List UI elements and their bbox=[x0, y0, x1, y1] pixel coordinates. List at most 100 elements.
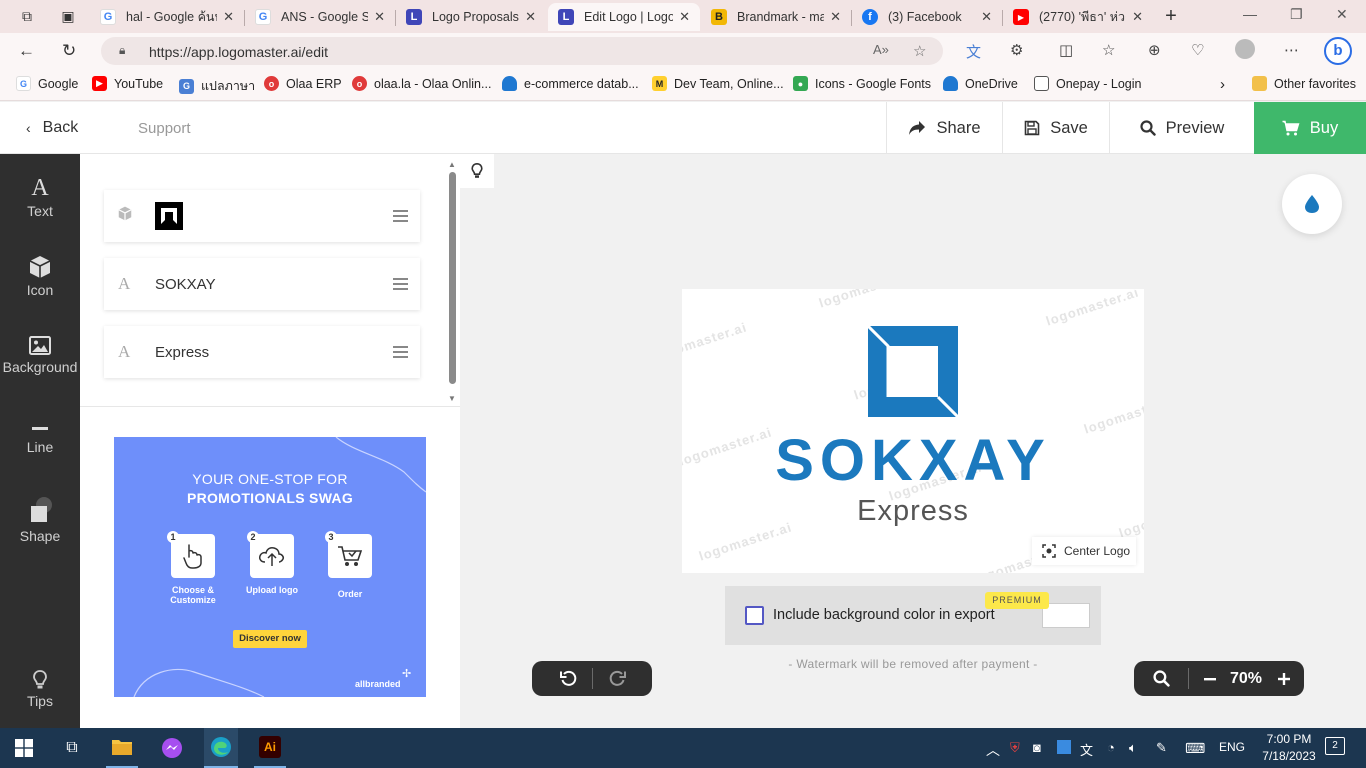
discover-now-button[interactable]: Discover now bbox=[233, 630, 307, 648]
collections-icon[interactable]: ⊕ bbox=[1148, 41, 1161, 59]
close-tab-icon[interactable]: ✕ bbox=[374, 9, 385, 25]
bookmark-dev-team[interactable]: M Dev Team, Online... bbox=[652, 76, 784, 91]
tab-6[interactable]: ▶ (2770) 'พีธา' ห่วง ✕ bbox=[1003, 3, 1153, 31]
drag-handle-icon[interactable] bbox=[393, 277, 408, 295]
performance-icon[interactable]: ♡ bbox=[1191, 41, 1204, 59]
zoom-out-button[interactable] bbox=[1196, 661, 1224, 696]
close-tab-icon[interactable]: ✕ bbox=[1132, 9, 1143, 25]
scroll-up-icon[interactable]: ▲ bbox=[448, 160, 456, 169]
back-button[interactable]: ‹ Back bbox=[26, 119, 78, 137]
split-screen-icon[interactable]: ◫ bbox=[1059, 41, 1073, 59]
redo-button[interactable] bbox=[593, 661, 641, 696]
tab-1[interactable]: G ANS - Google Se ✕ bbox=[245, 3, 395, 31]
logo-title-text[interactable]: SOKXAY bbox=[682, 429, 1144, 493]
other-favorites[interactable]: Other favorites bbox=[1252, 76, 1356, 91]
include-bg-label[interactable]: Include background color in export bbox=[773, 607, 995, 623]
drag-handle-icon[interactable] bbox=[393, 345, 408, 363]
bookmark-google[interactable]: G Google bbox=[16, 76, 78, 91]
refresh-icon[interactable]: ↻ bbox=[62, 41, 76, 61]
edge-browser-icon[interactable] bbox=[204, 728, 238, 768]
tab-4[interactable]: B Brandmark - ma ✕ bbox=[701, 3, 851, 31]
show-hidden-icons-icon[interactable]: ︿ bbox=[986, 740, 1000, 760]
save-button[interactable]: Save bbox=[1002, 102, 1109, 154]
address-bar[interactable]: 🔒︎ https://app.logomaster.ai/edit A» ☆ bbox=[101, 37, 943, 65]
wifi-icon[interactable]: ◔ bbox=[1107, 740, 1115, 755]
bookmark-translate[interactable]: G แปลภาษา bbox=[179, 76, 255, 96]
volume-icon[interactable]: 🔈︎ bbox=[1129, 740, 1137, 756]
zoom-in-button[interactable] bbox=[1270, 661, 1298, 696]
close-tab-icon[interactable]: ✕ bbox=[981, 9, 992, 25]
layer-item-express[interactable]: A Express bbox=[104, 326, 420, 378]
center-logo-button[interactable]: Center Logo bbox=[1032, 537, 1136, 565]
bookmark-onepay[interactable]: Onepay - Login bbox=[1034, 76, 1141, 91]
restore-icon[interactable]: ❐ bbox=[1290, 6, 1303, 23]
language-indicator[interactable]: ENG bbox=[1219, 740, 1245, 754]
input-method-icon[interactable]: 文 bbox=[1080, 740, 1093, 759]
illustrator-icon[interactable]: Ai bbox=[254, 728, 286, 768]
webcam-icon[interactable]: ◙ bbox=[1033, 740, 1041, 755]
promo-banner[interactable]: YOUR ONE-STOP FOR PROMOTIONALS SWAG 1 Ch… bbox=[114, 437, 426, 697]
translate-icon[interactable]: 文 bbox=[966, 41, 981, 62]
tab-3-active[interactable]: L Edit Logo | Logo ✕ bbox=[548, 3, 700, 31]
bookmark-onedrive[interactable]: OneDrive bbox=[943, 76, 1018, 91]
tab-actions-icon[interactable]: ▣ bbox=[58, 6, 78, 26]
tab-0[interactable]: G hal - Google ค้นห ✕ bbox=[90, 3, 244, 31]
pen-icon[interactable]: ✎ bbox=[1156, 740, 1167, 756]
tab-2[interactable]: L Logo Proposals ✕ bbox=[396, 3, 546, 31]
sidebar-item-shape[interactable]: Shape bbox=[0, 497, 80, 544]
close-tab-icon[interactable]: ✕ bbox=[223, 9, 234, 25]
bing-copilot-icon[interactable]: b bbox=[1324, 37, 1352, 65]
sidebar-item-line[interactable]: Line bbox=[0, 420, 80, 455]
close-tab-icon[interactable]: ✕ bbox=[525, 9, 536, 25]
logo-subtitle-text[interactable]: Express bbox=[682, 495, 1144, 528]
read-aloud-icon[interactable]: A» bbox=[873, 42, 889, 57]
drag-handle-icon[interactable] bbox=[393, 209, 408, 227]
sidebar-item-tips[interactable]: Tips bbox=[0, 670, 80, 709]
tab-5[interactable]: f (3) Facebook ✕ bbox=[852, 3, 1002, 31]
bookmark-olaa-online[interactable]: o olaa.la - Olaa Onlin... bbox=[352, 76, 491, 91]
new-tab-icon[interactable]: + bbox=[1161, 6, 1181, 26]
system-clock[interactable]: 7:00 PM 7/18/2023 bbox=[1260, 731, 1318, 765]
extensions-icon[interactable]: ⚙ bbox=[1010, 41, 1023, 59]
close-tab-icon[interactable]: ✕ bbox=[830, 9, 841, 25]
bookmark-youtube[interactable]: ▶ YouTube bbox=[92, 76, 163, 91]
bookmark-olaa-erp[interactable]: o Olaa ERP bbox=[264, 76, 342, 91]
include-bg-checkbox[interactable] bbox=[745, 606, 764, 625]
bookmark-ecommerce[interactable]: e-commerce datab... bbox=[502, 76, 639, 91]
keyboard-icon[interactable]: ⌨ bbox=[1185, 740, 1205, 757]
messenger-icon[interactable] bbox=[156, 728, 188, 768]
sidebar-item-icon[interactable]: Icon bbox=[0, 255, 80, 298]
workspaces-icon[interactable]: ⧉ bbox=[17, 6, 37, 26]
logo-canvas[interactable]: logomaster.ai logomaster.ai logomaster.a… bbox=[682, 289, 1144, 573]
share-button[interactable]: Share bbox=[886, 102, 1002, 154]
buy-button[interactable]: Buy bbox=[1254, 102, 1366, 154]
scroll-down-icon[interactable]: ▼ bbox=[448, 394, 456, 403]
bookmark-google-fonts[interactable]: ● Icons - Google Fonts bbox=[793, 76, 931, 91]
undo-button[interactable] bbox=[544, 661, 592, 696]
scrollbar-thumb[interactable] bbox=[449, 172, 456, 384]
layer-item-sokxay[interactable]: A SOKXAY bbox=[104, 258, 420, 310]
preview-button[interactable]: Preview bbox=[1109, 102, 1254, 154]
favorites-icon[interactable]: ☆ bbox=[1102, 41, 1115, 59]
url-text[interactable]: https://app.logomaster.ai/edit bbox=[149, 44, 328, 60]
layer-item-icon[interactable] bbox=[104, 190, 420, 242]
file-explorer-icon[interactable] bbox=[106, 728, 138, 768]
task-view-icon[interactable]: ⧉ bbox=[58, 728, 86, 768]
close-tab-icon[interactable]: ✕ bbox=[679, 9, 690, 25]
support-link[interactable]: Support bbox=[138, 120, 191, 137]
color-palette-button[interactable] bbox=[1282, 174, 1342, 234]
notification-center-icon[interactable]: 2 bbox=[1325, 737, 1345, 755]
security-shield-icon[interactable]: ⛨ bbox=[1010, 740, 1020, 756]
back-arrow-icon[interactable]: ← bbox=[18, 41, 35, 61]
close-window-icon[interactable]: ✕ bbox=[1336, 6, 1348, 23]
chevron-right-icon[interactable]: › bbox=[1220, 76, 1225, 93]
more-menu-icon[interactable]: ⋯ bbox=[1284, 41, 1299, 59]
zoom-search-button[interactable] bbox=[1142, 661, 1180, 696]
sidebar-item-background[interactable]: Background bbox=[0, 336, 80, 375]
layers-scrollbar[interactable]: ▲ ▼ bbox=[447, 160, 457, 404]
profile-avatar[interactable] bbox=[1235, 39, 1255, 59]
bg-color-swatch[interactable] bbox=[1042, 603, 1090, 628]
minimize-icon[interactable]: — bbox=[1243, 6, 1257, 22]
favorite-star-icon[interactable]: ☆ bbox=[913, 42, 926, 60]
windows-start-icon[interactable] bbox=[10, 728, 38, 768]
